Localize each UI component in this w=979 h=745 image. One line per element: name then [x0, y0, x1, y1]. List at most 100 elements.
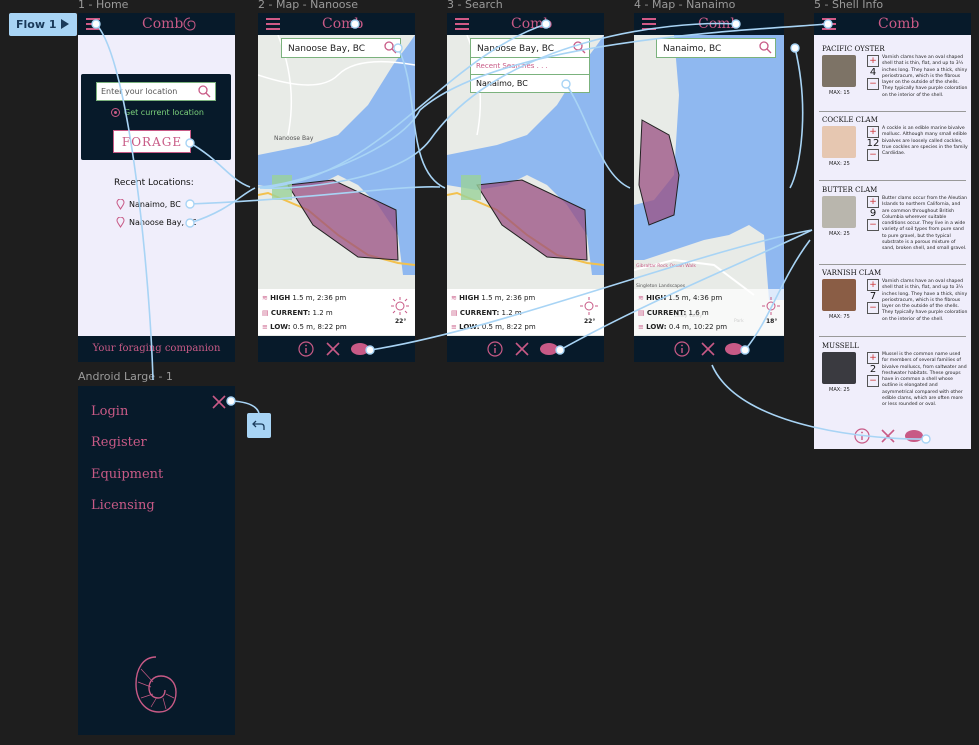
hamburger-menu-icon[interactable] — [266, 18, 280, 30]
minus-button[interactable]: − — [867, 219, 879, 231]
map-place-label: Nanoose Bay — [274, 135, 314, 142]
app-header: Comb — [634, 13, 784, 35]
shell-max: MAX: 25 — [829, 161, 850, 167]
suggestion-item[interactable]: Nanaimo, BC — [476, 79, 528, 88]
shell-icon[interactable] — [904, 428, 924, 444]
search-icon[interactable] — [198, 85, 211, 98]
search-icon[interactable] — [759, 41, 772, 54]
menu-item-register[interactable]: Register — [91, 435, 147, 450]
app-header: Comb — [447, 13, 604, 35]
shell-description: Mussel is the common name used for membe… — [882, 352, 967, 408]
shell-icon[interactable] — [539, 341, 559, 357]
minus-button[interactable]: − — [867, 375, 879, 387]
shell-counter: +12− — [864, 126, 882, 161]
plus-button[interactable]: + — [867, 279, 879, 291]
map-pin-icon — [116, 199, 125, 210]
shell-counter: +2− — [864, 352, 882, 387]
app-logo: Comb — [878, 16, 920, 32]
plus-button[interactable]: + — [867, 126, 879, 138]
search-input[interactable]: Nanoose Bay, BC — [281, 38, 401, 58]
plus-button[interactable]: + — [867, 196, 879, 208]
tide-high: ≋ HIGH 1.5 m, 4:36 pm — [638, 294, 723, 302]
map-pin-icon — [116, 217, 125, 228]
shell-name: MUSSELL — [822, 342, 859, 350]
bottom-nav — [258, 336, 415, 362]
tide-high-label: HIGH — [459, 294, 480, 302]
info-icon[interactable] — [674, 341, 690, 357]
hamburger-menu-icon[interactable] — [86, 18, 100, 30]
tools-icon[interactable] — [700, 341, 716, 357]
play-icon — [61, 19, 69, 29]
tide-current-value: 1.6 m — [688, 309, 709, 317]
menu-item-licensing[interactable]: Licensing — [91, 498, 155, 513]
frame-label-search: 3 - Search — [447, 0, 503, 11]
app-logo: Comb — [698, 16, 740, 32]
minus-button[interactable]: − — [867, 78, 879, 90]
info-icon[interactable] — [298, 341, 314, 357]
menu-item-login[interactable]: Login — [91, 404, 128, 419]
get-current-location-button[interactable]: Get current location — [110, 107, 230, 119]
minus-button[interactable]: − — [867, 302, 879, 314]
shell-icon[interactable] — [350, 341, 370, 357]
hamburger-menu-icon[interactable] — [822, 18, 836, 30]
recent-location-item[interactable]: Nanaimo, BC — [116, 199, 196, 211]
app-header: Comb — [78, 13, 235, 35]
sun-icon — [580, 297, 598, 315]
shell-photo — [822, 126, 856, 158]
shell-description: A cockle is an edible marine bivalve mol… — [882, 126, 968, 157]
search-suggestions: Recent Searches . . . Nanaimo, BC — [470, 57, 590, 93]
hamburger-menu-icon[interactable] — [455, 18, 469, 30]
tide-current-label: CURRENT: — [646, 309, 687, 317]
tide-current: ▤ CURRENT: 1.2 m — [451, 309, 522, 317]
shell-count: 7 — [869, 291, 877, 302]
flow-start-badge[interactable]: Flow 1 — [9, 13, 77, 36]
tools-icon[interactable] — [880, 428, 896, 444]
search-icon[interactable] — [384, 41, 397, 54]
frame-label-home: 1 - Home — [78, 0, 129, 11]
tide-high: ≋ HIGH 1.5 m, 2:36 pm — [262, 294, 347, 302]
shell-photo — [822, 55, 856, 87]
search-input[interactable]: Nanaimo, BC — [656, 38, 776, 58]
home-screen: Comb Enter your location Get current loc… — [78, 13, 235, 362]
app-header: Comb — [814, 13, 971, 35]
tools-icon[interactable] — [325, 341, 341, 357]
search-screen: Comb Nanoose Bay, BC Recent Searches . .… — [447, 13, 604, 362]
shell-counter: +7− — [864, 279, 882, 314]
close-icon[interactable] — [211, 394, 227, 410]
map-view[interactable] — [634, 35, 784, 300]
search-value: Nanaimo, BC — [663, 44, 722, 54]
plus-button[interactable]: + — [867, 55, 879, 67]
location-search-placeholder: Enter your location — [101, 87, 178, 96]
info-icon[interactable] — [854, 428, 870, 444]
tide-low-label: LOW: — [646, 323, 667, 331]
minus-button[interactable]: − — [867, 149, 879, 161]
shell-name: BUTTER CLAM — [822, 186, 878, 194]
tide-panel: ≋ HIGH 1.5 m, 4:36 pm ▤ CURRENT: 1.6 m ≡… — [634, 289, 784, 335]
shell-max: MAX: 25 — [829, 231, 850, 237]
tide-high: ≋ HIGH 1.5 m, 2:36 pm — [451, 294, 536, 302]
shell-icon[interactable] — [724, 341, 744, 357]
map-view[interactable] — [258, 35, 415, 300]
plus-button[interactable]: + — [867, 352, 879, 364]
temperature: 22° — [395, 318, 407, 325]
search-input[interactable]: Nanoose Bay, BC — [470, 38, 590, 58]
recent-location-item[interactable]: Nanoose Bay, BC — [116, 217, 196, 229]
shell-count: 4 — [869, 67, 877, 78]
forage-button[interactable]: FORAGE — [113, 130, 191, 153]
tide-low-value: 0.4 m, 10:22 pm — [668, 323, 728, 331]
shell-photo — [822, 196, 856, 228]
back-action-badge[interactable] — [247, 413, 271, 438]
shell-count: 2 — [869, 364, 877, 375]
shell-photo — [822, 352, 856, 384]
recent-location-label: Nanaimo, BC — [129, 200, 181, 209]
app-header: Comb — [258, 13, 415, 35]
search-value: Nanoose Bay, BC — [288, 44, 366, 54]
tools-icon[interactable] — [514, 341, 530, 357]
search-icon[interactable] — [573, 41, 586, 54]
tide-current-value: 1.2 m — [312, 309, 333, 317]
location-search-input[interactable]: Enter your location — [96, 82, 216, 101]
hamburger-menu-icon[interactable] — [642, 18, 656, 30]
shell-max: MAX: 25 — [829, 387, 850, 393]
info-icon[interactable] — [487, 341, 503, 357]
menu-item-equipment[interactable]: Equipment — [91, 467, 163, 482]
